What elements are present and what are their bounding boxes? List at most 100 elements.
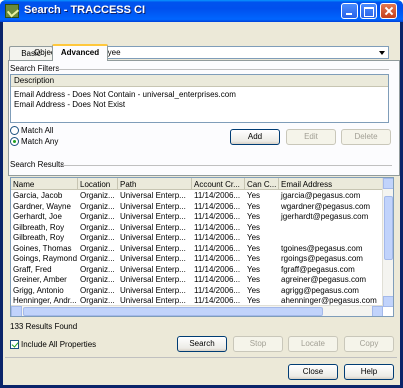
table-row[interactable]: Graff, Fred Organiz... Universal Enterp...…	[11, 265, 383, 275]
cell-name: Gardner, Wayne	[13, 201, 71, 211]
table-row[interactable]: Greiner, Amber Organiz... Universal Enterp…	[11, 275, 383, 285]
cell-account-created: 11/14/2006...	[194, 243, 241, 253]
cell-name: Garcia, Jacob	[13, 191, 63, 200]
cell-can-change: Yes	[247, 275, 261, 284]
help-button[interactable]: Help	[344, 364, 394, 380]
filter-row[interactable]: Email Address - Does Not Exist	[11, 99, 388, 109]
cell-location: Organiz...	[80, 201, 115, 211]
chevron-down-icon[interactable]	[377, 47, 388, 58]
cell-name: Goings, Raymond	[13, 254, 78, 263]
table-row[interactable]: Gilbreath, Roy Organiz... Universal Enterp…	[11, 233, 383, 243]
match-any-label: Match Any	[21, 137, 59, 146]
window-title: Search - TRACCESS CI	[24, 4, 146, 16]
cell-path: Universal Enterp...	[120, 233, 186, 242]
column-header-path[interactable]: Path	[118, 178, 192, 190]
cell-location: Organiz...	[80, 243, 115, 253]
filters-list[interactable]: Description Email Address - Does Not Con…	[10, 74, 389, 123]
cell-path: Universal Enterp...	[120, 264, 186, 274]
table-row[interactable]: Goings, Raymond Organiz... Universal Enter…	[11, 254, 383, 264]
cell-location: Organiz...	[80, 254, 115, 263]
cell-email	[279, 223, 383, 233]
cell-can-change: Yes	[247, 212, 261, 221]
cell-email: wgardner@pegasus.com	[281, 201, 371, 211]
cell-location: Organiz...	[80, 264, 115, 274]
cell-name: Greiner, Amber	[13, 275, 67, 284]
vertical-scroll-thumb[interactable]	[384, 196, 393, 260]
cell-account-created: 11/14/2006...	[194, 285, 241, 295]
cell-path: Universal Enterp...	[120, 254, 186, 263]
table-row[interactable]: Gardner, Wayne Organiz... Universal Enterp…	[11, 202, 383, 212]
cell-location: Organiz...	[80, 285, 115, 295]
cell-path: Universal Enterp...	[120, 212, 186, 221]
match-all-label: Match All	[21, 126, 54, 135]
cell-can-change: Yes	[247, 233, 261, 242]
vertical-scrollbar[interactable]	[382, 178, 393, 307]
search-window: Search - TRACCESS CI Basic Advanced Obje…	[0, 0, 403, 388]
scroll-down-arrow-icon[interactable]	[383, 296, 393, 307]
close-window-button[interactable]	[380, 3, 397, 19]
cell-email: agreiner@pegasus.com	[281, 275, 367, 284]
cell-location: Organiz...	[80, 212, 115, 221]
edit-filter-button[interactable]: Edit	[286, 129, 336, 145]
cell-can-change: Yes	[247, 264, 261, 274]
table-row[interactable]: Gilbreath, Roy Organiz... Universal Enterp…	[11, 223, 383, 233]
column-header-email[interactable]: Email Address	[279, 178, 383, 190]
cell-path: Universal Enterp...	[120, 275, 186, 284]
match-all-radio[interactable]	[10, 126, 19, 135]
match-any-radio[interactable]	[10, 137, 19, 146]
stop-button[interactable]: Stop	[233, 336, 283, 352]
cell-location: Organiz...	[80, 191, 115, 200]
maximize-button[interactable]	[360, 3, 377, 19]
cell-email: jgerhardt@pegasus.com	[281, 212, 369, 221]
search-results-label: Search Results	[10, 160, 65, 169]
add-filter-button[interactable]: Add	[230, 129, 280, 145]
column-header-location[interactable]: Location	[78, 178, 118, 190]
cell-account-created: 11/14/2006...	[194, 254, 241, 263]
cell-can-change: Yes	[247, 222, 261, 232]
cell-account-created: 11/14/2006...	[194, 233, 241, 242]
include-all-properties-label: Include All Properties	[21, 340, 97, 349]
scroll-up-arrow-icon[interactable]	[383, 178, 393, 189]
cell-path: Universal Enterp...	[120, 201, 186, 211]
cell-path: Universal Enterp...	[120, 222, 186, 232]
cell-email: fgraff@pegasus.com	[281, 264, 355, 274]
cell-location: Organiz...	[80, 233, 115, 242]
cell-email: rgoings@pegasus.com	[281, 254, 363, 263]
cell-path: Universal Enterp...	[120, 191, 186, 200]
results-table[interactable]: Name Location Path Account Cr... Can C..…	[10, 177, 394, 317]
cell-name: Gerhardt, Joe	[13, 212, 62, 221]
include-all-properties-checkbox[interactable]	[10, 340, 19, 349]
column-header-can-change[interactable]: Can C...	[245, 178, 279, 190]
cell-path: Universal Enterp...	[120, 243, 186, 253]
filter-row[interactable]: Email Address - Does Not Contain - unive…	[11, 89, 388, 99]
column-header-name[interactable]: Name	[11, 178, 78, 190]
cell-path: Universal Enterp...	[120, 285, 186, 295]
horizontal-scrollbar[interactable]	[11, 305, 383, 316]
column-header-account-created[interactable]: Account Cr...	[192, 178, 245, 190]
title-bar[interactable]: Search - TRACCESS CI	[0, 0, 403, 22]
minimize-button[interactable]	[341, 3, 358, 19]
copy-button[interactable]: Copy	[344, 336, 394, 352]
scroll-left-arrow-icon[interactable]	[11, 306, 22, 316]
search-results-divider	[60, 165, 392, 166]
app-icon	[5, 4, 19, 18]
search-filters-label: Search Filters	[10, 64, 60, 73]
horizontal-scroll-thumb[interactable]	[23, 307, 323, 316]
delete-filter-button[interactable]: Delete	[341, 129, 391, 145]
table-row[interactable]: Goines, Thomas Organiz... Universal Enterp…	[11, 244, 383, 254]
close-button[interactable]: Close	[288, 364, 338, 380]
results-header: Name Location Path Account Cr... Can C..…	[11, 178, 383, 190]
tab-advanced[interactable]: Advanced	[52, 44, 108, 61]
table-row[interactable]: Gerhardt, Joe Organiz... Universal Enterp.…	[11, 212, 383, 222]
filters-header-description[interactable]: Description	[11, 75, 388, 87]
scroll-right-arrow-icon[interactable]	[372, 306, 383, 316]
cell-account-created: 11/14/2006...	[194, 191, 241, 200]
cell-can-change: Yes	[247, 285, 261, 295]
locate-button[interactable]: Locate	[288, 336, 338, 352]
table-row[interactable]: Grigg, Antonio Organiz... Universal Enterp…	[11, 286, 383, 296]
footer-divider	[5, 357, 397, 358]
cell-location: Organiz...	[80, 222, 115, 232]
search-button[interactable]: Search	[177, 336, 227, 352]
table-row[interactable]: Garcia, Jacob Organiz... Universal Enterp.…	[11, 191, 383, 201]
object-type-select[interactable]: Employee	[82, 46, 389, 59]
